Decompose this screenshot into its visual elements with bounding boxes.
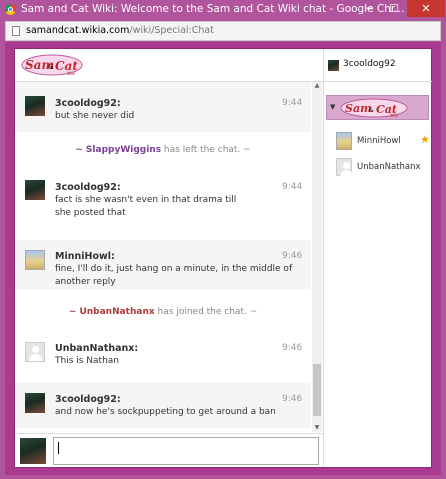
message-time: 9:46 <box>282 394 303 404</box>
message-time: 9:46 <box>282 251 303 261</box>
user-list-item[interactable]: MinniHowl ★ <box>336 132 430 152</box>
message-author[interactable]: UnbanNathanx: <box>55 343 138 354</box>
inline-alert: ~ SlappyWiggins has left the chat. ~ <box>15 145 311 155</box>
avatar <box>336 132 352 150</box>
message-text: This is Nathan <box>55 356 120 366</box>
chat-message: 3cooldog92: 9:46 and now he's sockpuppet… <box>15 382 311 428</box>
browser-window: Sam and Cat Wiki: Welcome to the Sam and… <box>0 0 446 479</box>
chat-header: Sam & Cat Wiki <box>15 49 323 82</box>
chat-message: MinniHowl: 9:46 fine, I'll do it, just h… <box>15 240 311 290</box>
user-list: ▼ Sam & Cat Wiki MinniHowl ★ UnbanNathan… <box>323 82 432 467</box>
room-logo: Sam & Cat Wiki <box>340 98 408 118</box>
logo-sub: Wiki <box>67 71 75 76</box>
room-logo-amp: & <box>369 107 374 114</box>
scroll-thumb[interactable] <box>313 364 321 416</box>
message-text: fine, I'll do it, just hang on a minute,… <box>55 264 293 274</box>
room-logo-sub: Wiki <box>390 113 398 118</box>
message-author[interactable]: 3cooldog92: <box>55 182 121 193</box>
current-user-header[interactable]: 3cooldog92 <box>323 49 432 82</box>
message-author[interactable]: MinniHowl: <box>55 251 115 262</box>
current-user-name: 3cooldog92 <box>343 59 396 69</box>
message-input[interactable] <box>53 437 319 465</box>
collapse-arrow-icon[interactable]: ▼ <box>330 103 335 111</box>
alert-text: has joined the chat. ~ <box>154 307 258 317</box>
avatar[interactable] <box>25 250 45 270</box>
window-title: Sam and Cat Wiki: Welcome to the Sam and… <box>21 3 405 15</box>
message-input-area <box>15 433 323 468</box>
message-time: 9:44 <box>282 182 303 192</box>
message-text: but she never did <box>55 111 135 121</box>
message-time: 9:44 <box>282 98 303 108</box>
page-content: Sam & Cat Wiki 3cooldog92 3cooldog92: 9:… <box>5 42 441 475</box>
room-logo-text-1: Sam <box>345 102 372 115</box>
minimize-button[interactable]: ─ <box>357 0 381 17</box>
chat-window: Sam & Cat Wiki 3cooldog92 3cooldog92: 9:… <box>14 48 432 468</box>
user-name: UnbanNathanx <box>357 162 421 172</box>
inline-alert: ~ UnbanNathanx has joined the chat. ~ <box>15 307 311 317</box>
own-avatar <box>20 438 46 464</box>
room-header[interactable]: ▼ Sam & Cat Wiki <box>326 95 429 120</box>
message-text: fact is she wasn't even in that drama ti… <box>55 195 237 205</box>
chat-message: 3cooldog92: 9:44 but she never did <box>15 82 311 132</box>
scroll-up-icon[interactable]: ▲ <box>312 82 322 90</box>
url-domain: samandcat.wikia.com <box>26 25 130 36</box>
url-path: /wiki/Special:Chat <box>129 25 214 36</box>
avatar[interactable] <box>25 96 45 116</box>
maximize-button[interactable]: ☐ <box>382 0 406 17</box>
chrome-icon <box>5 4 16 15</box>
message-scrollbar[interactable]: ▲ ▼ <box>312 82 322 432</box>
user-name: MinniHowl <box>357 136 401 146</box>
logo-amp: & <box>48 63 54 71</box>
message-text: another reply <box>55 277 116 287</box>
current-user-avatar <box>328 60 339 71</box>
address-bar[interactable]: samandcat.wikia.com/wiki/Special:Chat <box>5 21 441 41</box>
message-text: and now he's sockpuppeting to get around… <box>55 407 276 417</box>
avatar[interactable] <box>25 342 45 362</box>
url-text[interactable]: samandcat.wikia.com/wiki/Special:Chat <box>26 25 214 36</box>
alert-text: has left the chat. ~ <box>161 145 251 155</box>
alert-user[interactable]: ~ SlappyWiggins <box>75 145 161 155</box>
message-author[interactable]: 3cooldog92: <box>55 98 121 109</box>
alert-user[interactable]: ~ UnbanNathanx <box>69 307 155 317</box>
chat-message: 3cooldog92: 9:44 fact is she wasn't even… <box>15 168 311 224</box>
message-author[interactable]: 3cooldog92: <box>55 394 121 405</box>
avatar[interactable] <box>25 180 45 200</box>
text-caret <box>58 442 59 454</box>
user-list-item[interactable]: UnbanNathanx <box>336 158 426 178</box>
close-button[interactable]: ✕ <box>407 0 445 17</box>
wiki-logo[interactable]: Sam & Cat Wiki <box>21 54 83 76</box>
title-bar: Sam and Cat Wiki: Welcome to the Sam and… <box>0 0 446 20</box>
chat-message: UnbanNathanx: 9:46 This is Nathan <box>15 332 311 374</box>
message-text: she posted that <box>55 208 126 218</box>
message-list: 3cooldog92: 9:44 but she never did ~ Sla… <box>15 82 323 432</box>
star-icon: ★ <box>420 133 430 146</box>
page-icon <box>12 26 20 36</box>
message-time: 9:46 <box>282 343 303 353</box>
scroll-down-icon[interactable]: ▼ <box>312 424 322 432</box>
avatar[interactable] <box>25 393 45 413</box>
avatar <box>336 158 353 177</box>
